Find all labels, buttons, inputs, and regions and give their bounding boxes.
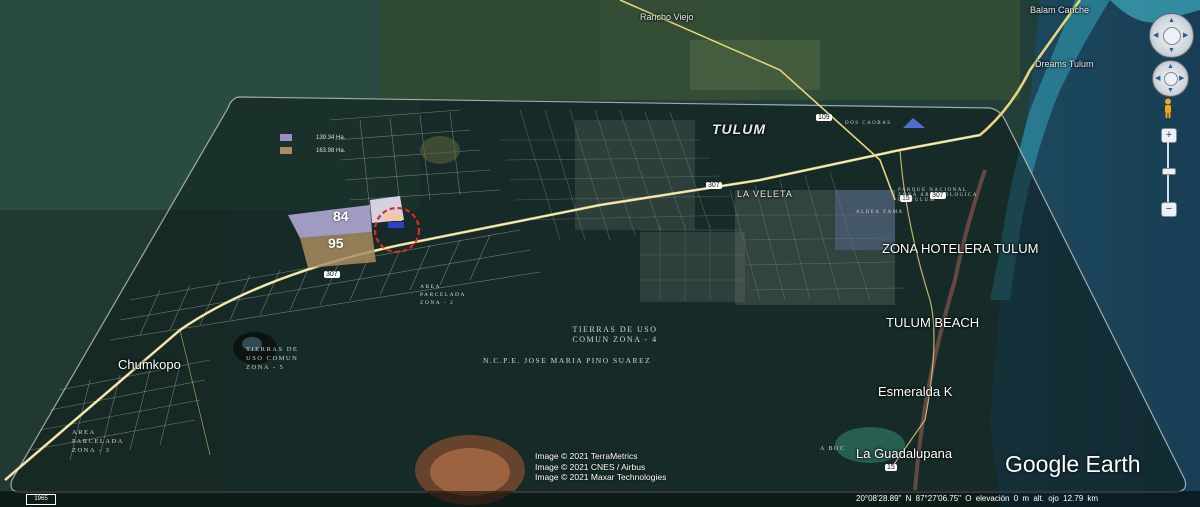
legend-item: 139.34 Ha. [280, 134, 345, 141]
area-legend: 139.34 Ha. 163.98 Ha. [280, 134, 345, 160]
elevation-readout: 0 m [1013, 494, 1030, 503]
plan-label-parque-nacional: PARQUE NACIONAL ZONA ARQUEOLOGICA DE TUL… [898, 188, 978, 203]
move-center[interactable] [1163, 71, 1178, 86]
plan-label-area-parcelada-3: AREA PARCELADA ZONA - 3 [72, 429, 124, 454]
credit-line: Image © 2021 CNES / Airbus [535, 461, 646, 472]
legend-label: 139.34 Ha. [316, 134, 346, 141]
arrow-right-icon[interactable]: ▶ [1183, 32, 1188, 39]
place-label-rancho-viejo[interactable]: Rancho Viejo [640, 12, 693, 22]
legend-swatch [280, 134, 292, 141]
arrow-left-icon[interactable]: ◀ [1155, 75, 1160, 82]
zoom-in-button[interactable]: + [1161, 128, 1177, 143]
arrow-down-icon[interactable]: ▼ [1167, 87, 1174, 94]
place-label-la-guadalupana[interactable]: La Guadalupana [856, 446, 952, 461]
zoom-slider[interactable]: + − [1161, 128, 1177, 217]
eye-altitude-readout: 12.79 km [1063, 494, 1099, 503]
look-center[interactable] [1162, 26, 1181, 45]
plan-label-aboc: A BOC [820, 446, 846, 452]
place-label-tulum-beach[interactable]: TULUM BEACH [886, 315, 979, 330]
scale-bar: 1965 [26, 494, 56, 505]
street-view-pegman-icon[interactable] [1162, 98, 1174, 118]
arrow-right-icon[interactable]: ▶ [1179, 75, 1184, 82]
credit-line: Image © 2021 Maxar Technologies [535, 472, 667, 482]
google-earth-logo: Google Earth [1005, 451, 1141, 477]
zoom-out-button[interactable]: − [1161, 202, 1177, 217]
arrow-down-icon[interactable]: ▼ [1168, 47, 1175, 54]
legend-label: 163.98 Ha. [316, 147, 346, 154]
longitude-readout: 87°27'06.75" O [915, 494, 972, 503]
road-shield: 109 [816, 114, 832, 121]
elevation-label: elevación [975, 494, 1010, 503]
plan-label-aldea-zama: ALDEA ZAMA [856, 210, 904, 215]
move-control[interactable]: ▲ ▼ ◀ ▶ [1152, 60, 1189, 97]
arrow-up-icon[interactable]: ▲ [1167, 63, 1174, 70]
arrow-left-icon[interactable]: ◀ [1153, 32, 1158, 39]
credit-line: Image © 2021 TerraMetrics [535, 451, 638, 461]
legend-swatch [280, 147, 292, 154]
plan-label-tierras-uso-comun-4: TIERRAS DE USO COMUN ZONA - 4 [572, 325, 658, 344]
place-label-esmeralda[interactable]: Esmeralda K [878, 384, 952, 399]
road-shield: 15 [885, 464, 897, 471]
place-label-zona-hotelera[interactable]: ZONA HOTELERA TULUM [882, 241, 1039, 256]
zoom-thumb[interactable] [1162, 168, 1176, 175]
plan-label-tierras-uso-comun-5: TIERRAS DE USO COMUN ZONA - 5 [246, 346, 299, 371]
road-shield: 307 [706, 182, 722, 189]
place-label-dreams-tulum[interactable]: Dreams Tulum [1035, 59, 1094, 69]
arrow-up-icon[interactable]: ▲ [1168, 17, 1175, 24]
status-bar: 20°08'28.89" N 87°27'06.75" O elevación … [856, 494, 1098, 503]
road-shield: 307 [324, 271, 340, 278]
plan-label-dos-caobas: DOS CAOBAS [845, 121, 892, 126]
plan-label-area-parcelada-2: AREA PARCELADA ZONA - 2 [420, 284, 466, 306]
plan-label-ncpe: N.C.P.E. JOSE MARIA PINO SUAREZ [483, 356, 652, 365]
place-label-tulum[interactable]: TULUM [712, 121, 766, 137]
place-label-chumkopo[interactable]: Chumkopo [118, 357, 181, 372]
place-label-balam-canche[interactable]: Balam Canche [1030, 5, 1089, 15]
legend-item: 163.98 Ha. [280, 147, 345, 154]
parcel-label-95: 95 [328, 235, 344, 251]
imagery-credits: Image © 2021 TerraMetrics Image © 2021 C… [535, 451, 666, 483]
parcel-blue-marker [388, 222, 404, 228]
parcel-label-84: 84 [333, 208, 349, 224]
latitude-readout: 20°08'28.89" N [856, 494, 912, 503]
look-around-control[interactable]: ▲ ▼ ◀ ▶ [1149, 13, 1194, 58]
eye-altitude-label: alt. ojo [1033, 494, 1059, 503]
place-label-la-veleta[interactable]: LA VELETA [737, 189, 793, 199]
